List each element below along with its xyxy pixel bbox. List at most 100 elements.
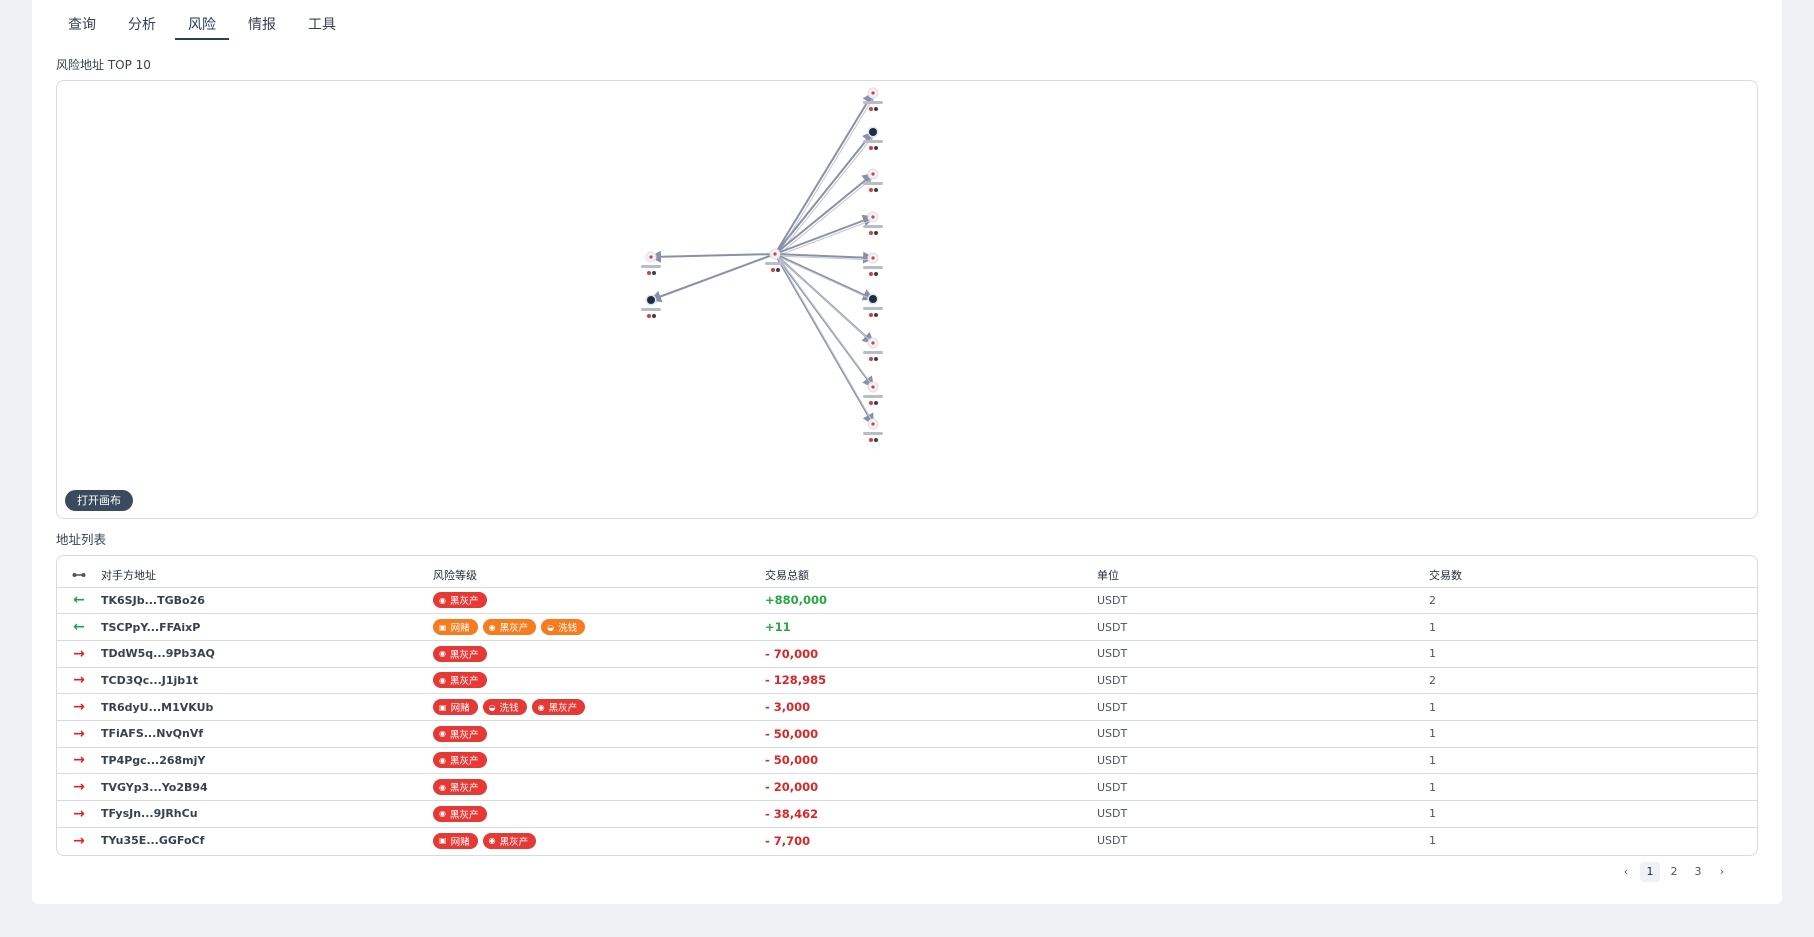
node-risk-badge xyxy=(869,107,873,111)
table-row[interactable]: ← TSCPpY...FFAixP ▣ 网赌 ◉ 黑灰产 ◒ 洗钱 +11 USDT 1 xyxy=(57,613,1757,641)
outgoing-arrow-icon: → xyxy=(73,725,85,742)
page-2-button[interactable]: 2 xyxy=(1662,862,1686,882)
mask-icon: ◉ xyxy=(439,675,446,685)
mask-icon: ◉ xyxy=(439,755,446,765)
tab-analysis[interactable]: 分析 xyxy=(128,14,156,38)
table-row[interactable]: → TVGYp3...Yo2B94 ◉ 黑灰产 - 20,000 USDT 1 xyxy=(57,773,1757,801)
exchange-node-icon xyxy=(869,128,877,136)
next-page-button[interactable]: › xyxy=(1710,862,1734,882)
tab-risk[interactable]: 风险 xyxy=(175,14,229,40)
unit: USDT xyxy=(1097,673,1128,687)
node-type-badge xyxy=(874,313,878,317)
prev-page-button[interactable]: ‹ xyxy=(1614,862,1638,882)
risk-tag: ◉ 黑灰产 xyxy=(482,619,537,636)
outgoing-arrow-icon: → xyxy=(73,699,85,716)
node-type-badge xyxy=(874,188,878,192)
risk-tag: ◉ 黑灰产 xyxy=(433,592,487,609)
outgoing-arrow-icon: → xyxy=(73,805,85,822)
link-icon xyxy=(57,556,101,588)
dice-icon: ▣ xyxy=(439,702,447,712)
risk-tag: ◒ 洗钱 xyxy=(482,699,527,716)
table-row[interactable]: → TFysJn...9JRhCu ◉ 黑灰产 - 38,462 USDT 1 xyxy=(57,800,1757,828)
graph-canvas[interactable] xyxy=(57,81,1758,519)
table-row[interactable]: → TCD3Qc...J1jb1t ◉ 黑灰产 - 128,985 USDT 2 xyxy=(57,667,1757,695)
graph-edge xyxy=(774,172,875,255)
unit: USDT xyxy=(1097,647,1128,661)
outgoing-arrow-icon: → xyxy=(73,752,85,769)
node-label-placeholder xyxy=(863,140,883,143)
transaction-count: 1 xyxy=(1429,727,1436,741)
risk-node-dot xyxy=(649,255,653,259)
node-risk-badge xyxy=(869,357,873,361)
mask-icon: ◉ xyxy=(537,702,545,712)
node-label-placeholder xyxy=(765,262,785,265)
node-risk-badge xyxy=(869,272,873,276)
node-risk-badge xyxy=(869,313,873,317)
risk-tag: ◉ 黑灰产 xyxy=(433,725,487,742)
node-label-placeholder xyxy=(641,265,661,268)
exchange-node-icon xyxy=(869,295,877,303)
node-type-badge xyxy=(652,271,656,275)
risk-tag-label: 洗钱 xyxy=(558,623,578,635)
table-row[interactable]: → TFiAFS...NvQnVf ◉ 黑灰产 - 50,000 USDT 1 xyxy=(57,720,1757,748)
transaction-amount: - 3,000 xyxy=(765,700,811,715)
counterparty-address[interactable]: TVGYp3...Yo2B94 xyxy=(101,781,208,794)
risk-tag-label: 网赌 xyxy=(450,623,470,635)
transaction-amount: - 7,700 xyxy=(765,833,811,848)
counterparty-address[interactable]: TYu35E...GGFoCf xyxy=(101,834,204,847)
transaction-graph[interactable]: 打开画布 xyxy=(56,80,1758,519)
node-type-badge xyxy=(652,314,656,318)
risk-node-dot xyxy=(871,341,875,345)
table-row[interactable]: → TYu35E...GGFoCf ▣ 网赌 ◉ 黑灰产 - 7,700 USDT 1 xyxy=(57,827,1757,854)
unit: USDT xyxy=(1097,780,1128,794)
tab-tools[interactable]: 工具 xyxy=(308,14,336,38)
risk-node-dot xyxy=(871,172,875,176)
counterparty-address[interactable]: TFiAFS...NvQnVf xyxy=(101,727,203,740)
header-address[interactable]: 对手方地址 xyxy=(101,556,433,588)
risk-tag: ◉ 黑灰产 xyxy=(531,699,586,716)
page-3-button[interactable]: 3 xyxy=(1686,862,1710,882)
counterparty-address[interactable]: TR6dyU...M1VKUb xyxy=(101,701,213,714)
table-row[interactable]: → TP4Pgc...268mjY ◉ 黑灰产 - 50,000 USDT 1 xyxy=(57,747,1757,775)
transaction-count: 1 xyxy=(1429,620,1436,634)
counterparty-address[interactable]: TSCPpY...FFAixP xyxy=(101,621,200,634)
counterparty-address[interactable]: TCD3Qc...J1jb1t xyxy=(101,674,198,687)
risk-tag-label: 黑灰产 xyxy=(449,649,479,661)
counterparty-address[interactable]: TDdW5q...9Pb3AQ xyxy=(101,647,215,660)
transaction-count: 2 xyxy=(1429,593,1436,607)
open-canvas-button[interactable]: 打开画布 xyxy=(65,490,133,511)
table-header-row: 对手方地址 风险等级 交易总额 单位 交易数 xyxy=(57,556,1757,588)
tab-query[interactable]: 查询 xyxy=(68,14,96,38)
header-amount[interactable]: 交易总额 xyxy=(765,556,1097,588)
node-risk-badge xyxy=(647,314,651,318)
graph-edge-shadow xyxy=(776,255,876,427)
transaction-amount: - 70,000 xyxy=(765,646,819,661)
counterparty-address[interactable]: TFysJn...9JRhCu xyxy=(101,807,198,820)
tab-intel[interactable]: 情报 xyxy=(248,14,276,38)
address-list-title: 地址列表 xyxy=(56,532,107,547)
outgoing-arrow-icon: → xyxy=(73,672,85,689)
node-label-placeholder xyxy=(863,266,883,269)
graph-edge-shadow xyxy=(776,255,876,302)
table-row[interactable]: → TDdW5q...9Pb3AQ ◉ 黑灰产 - 70,000 USDT 1 xyxy=(57,640,1757,668)
counterparty-address[interactable]: TP4Pgc...268mjY xyxy=(101,754,205,767)
risk-tag-label: 黑灰产 xyxy=(499,836,529,848)
node-label-placeholder xyxy=(863,182,883,185)
header-unit[interactable]: 单位 xyxy=(1097,556,1429,588)
dice-icon: ▣ xyxy=(439,622,447,632)
node-risk-badge xyxy=(869,146,873,150)
header-count[interactable]: 交易数 xyxy=(1429,556,1757,588)
counterparty-address[interactable]: TK6SJb...TGBo26 xyxy=(101,594,205,607)
node-label-placeholder xyxy=(641,308,661,311)
node-label-placeholder xyxy=(863,351,883,354)
header-risk[interactable]: 风险等级 xyxy=(433,556,765,588)
outgoing-arrow-icon: → xyxy=(73,645,85,662)
node-label-placeholder xyxy=(863,307,883,310)
page-1-button[interactable]: 1 xyxy=(1640,862,1660,882)
incoming-arrow-icon: ← xyxy=(73,619,85,636)
table-row[interactable]: ← TK6SJb...TGBo26 ◉ 黑灰产 +880,000 USDT 2 xyxy=(57,587,1757,615)
table-row[interactable]: → TR6dyU...M1VKUb ▣ 网赌 ◒ 洗钱 ◉ 黑灰产 - 3,000 USDT 1 xyxy=(57,693,1757,721)
node-type-badge xyxy=(874,107,878,111)
unit: USDT xyxy=(1097,700,1128,714)
graph-edge xyxy=(649,253,776,303)
